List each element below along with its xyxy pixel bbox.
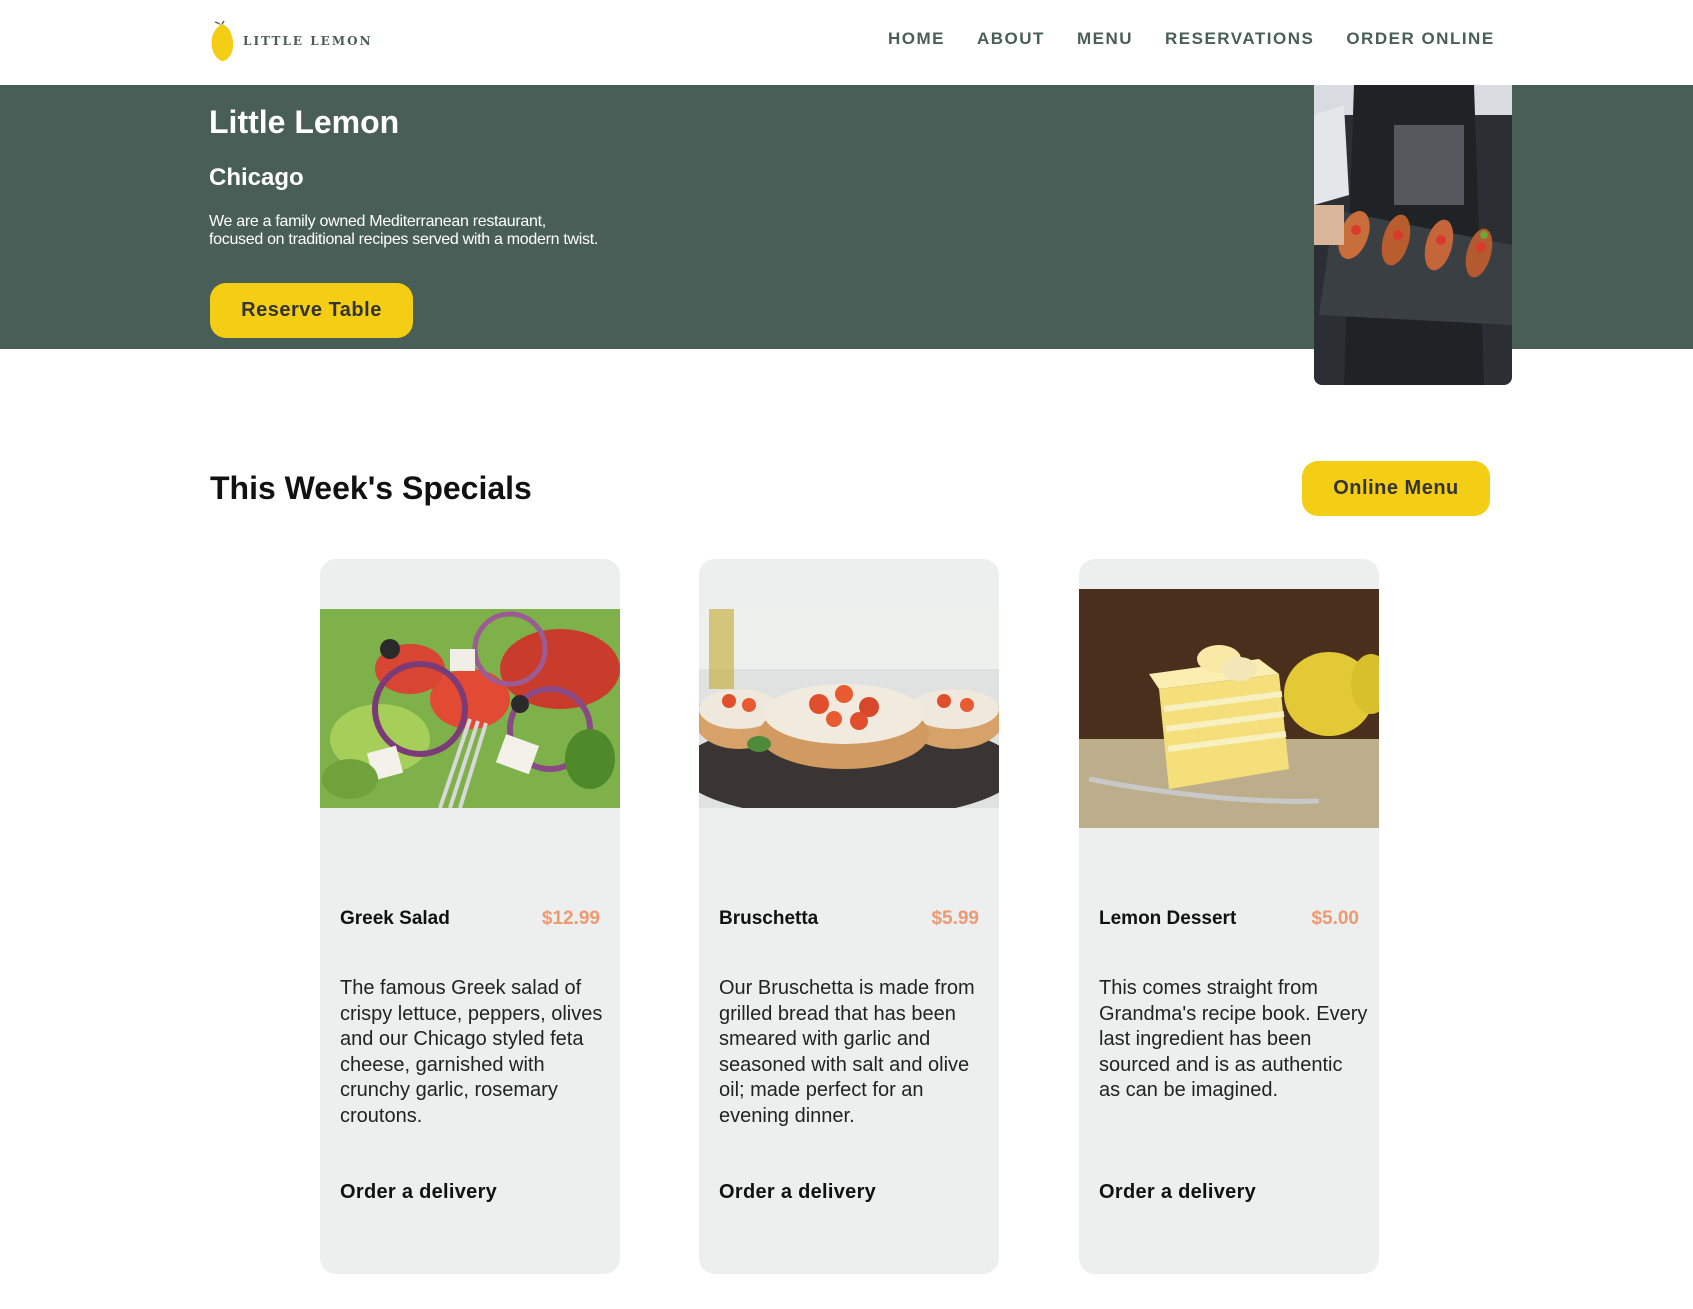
nav-about[interactable]: ABOUT [977, 29, 1045, 49]
card-price: $12.99 [541, 908, 600, 929]
bruschetta-image [699, 609, 999, 819]
special-card-lemon-dessert: Lemon Dessert $5.00 This comes straight … [1079, 559, 1379, 1274]
nav-menu[interactable]: MENU [1077, 29, 1133, 49]
hero-image [1314, 85, 1512, 385]
reserve-table-button[interactable]: Reserve Table [210, 283, 413, 338]
lemon-logo-icon [209, 20, 235, 62]
card-title: Bruschetta [719, 908, 819, 929]
lemon-dessert-image [1079, 589, 1379, 828]
main-nav: HOME ABOUT MENU RESERVATIONS ORDER ONLIN… [888, 29, 1527, 49]
card-description: The famous Greek salad of crispy lettuce… [340, 977, 603, 1127]
nav-order-online[interactable]: ORDER ONLINE [1346, 29, 1494, 49]
logo-text: LITTLE LEMON [243, 34, 373, 48]
special-card-greek-salad: Greek Salad $12.99 The famous Greek sala… [320, 559, 620, 1274]
special-card-bruschetta: Bruschetta $5.99 Our Bruschetta is made … [699, 559, 999, 1274]
card-description: This comes straight from Grandma's recip… [1099, 977, 1368, 1101]
card-title: Greek Salad [340, 908, 450, 929]
card-title: Lemon Dessert [1099, 908, 1237, 929]
nav-home[interactable]: HOME [888, 29, 945, 49]
card-price: $5.00 [1311, 908, 1359, 929]
nav-reservations[interactable]: RESERVATIONS [1165, 29, 1314, 49]
logo[interactable]: LITTLE LEMON [209, 20, 373, 62]
greek-salad-image [320, 609, 620, 809]
card-price: $5.99 [931, 908, 979, 929]
online-menu-button[interactable]: Online Menu [1302, 461, 1490, 516]
hero-subtitle: Chicago [209, 164, 304, 191]
site-header: LITTLE LEMON HOME ABOUT MENU RESERVATION… [0, 0, 1693, 85]
order-delivery-link[interactable]: Order a delivery [1099, 1181, 1256, 1204]
order-delivery-link[interactable]: Order a delivery [340, 1181, 497, 1204]
order-delivery-link[interactable]: Order a delivery [719, 1181, 876, 1204]
specials-title: This Week's Specials [210, 470, 532, 506]
hero-description: We are a family owned Mediterranean rest… [209, 213, 599, 248]
hero-title: Little Lemon [209, 104, 400, 140]
card-description: Our Bruschetta is made from grilled brea… [719, 977, 975, 1127]
